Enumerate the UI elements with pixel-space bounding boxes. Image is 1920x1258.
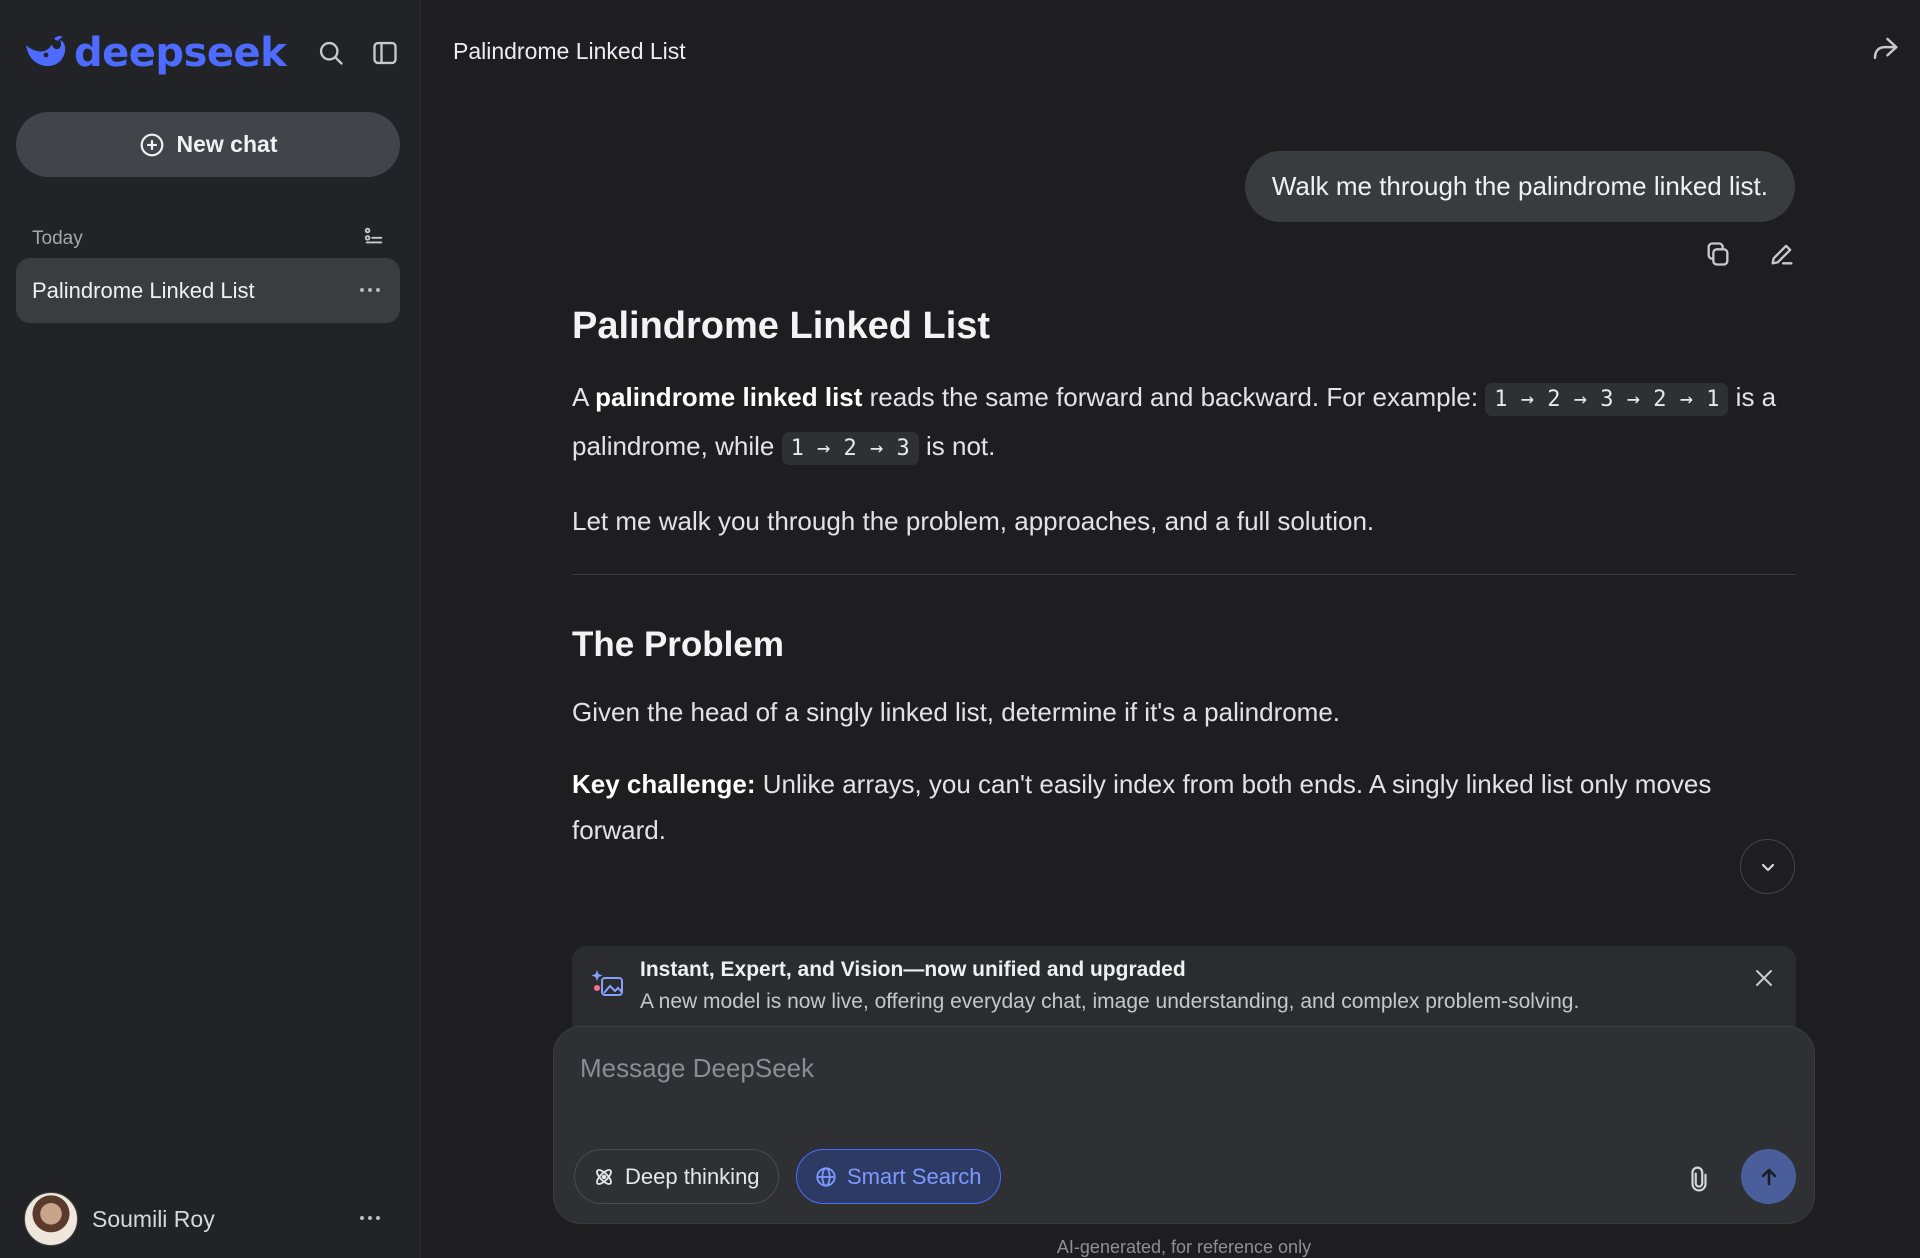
- response-walkthrough: Let me walk you through the problem, app…: [572, 506, 1375, 536]
- message-input[interactable]: [580, 1053, 1680, 1084]
- scroll-to-bottom-button[interactable]: [1740, 839, 1795, 894]
- toggle-sidebar-button[interactable]: [368, 36, 402, 70]
- arrow-up-icon: [1761, 1168, 1776, 1185]
- search-icon: [319, 41, 343, 65]
- user-more-icon[interactable]: [360, 1216, 380, 1220]
- sparkle-image-icon: [591, 970, 623, 996]
- example-not-palindrome-code: 1 → 2 → 3: [781, 432, 919, 465]
- send-button[interactable]: [1741, 1149, 1796, 1204]
- pencil-icon: [1771, 244, 1793, 265]
- problem-text: Given the head of a singly linked list, …: [572, 697, 1341, 727]
- intro-middle: reads the same forward and backward. For…: [862, 382, 1486, 412]
- key-challenge-paragraph: Key challenge: Unlike arrays, you can't …: [572, 761, 1796, 853]
- example-palindrome-code: 1 → 2 → 3 → 2 → 1: [1485, 383, 1729, 416]
- globe-icon: [816, 1166, 836, 1187]
- response-intro: A palindrome linked list reads the same …: [572, 374, 1796, 472]
- smart-search-toggle[interactable]: Smart Search: [796, 1149, 1001, 1204]
- deep-thinking-toggle[interactable]: Deep thinking: [574, 1149, 779, 1204]
- copy-button[interactable]: [1704, 240, 1732, 268]
- list-icon: [364, 227, 383, 244]
- share-button[interactable]: [1868, 32, 1902, 66]
- user-message-bubble: Walk me through the palindrome linked li…: [1244, 151, 1795, 222]
- sidebar: deepseek New chat Today Palindrome Linke…: [0, 0, 421, 1258]
- search-button[interactable]: [314, 36, 348, 70]
- page-title: Palindrome Linked List: [453, 38, 686, 64]
- deepseek-whale-icon: [26, 35, 66, 67]
- new-chat-label: New chat: [176, 131, 278, 157]
- disclaimer-text: AI-generated, for reference only: [1056, 1237, 1312, 1257]
- deep-thinking-label: Deep thinking: [625, 1163, 760, 1189]
- intro-bold: palindrome linked list: [595, 382, 863, 412]
- notice-title: Instant, Expert, and Vision—now unified …: [640, 958, 1186, 981]
- new-chat-button[interactable]: New chat: [16, 112, 400, 177]
- history-item[interactable]: Palindrome Linked List: [16, 258, 400, 323]
- chevron-down-icon: [1761, 863, 1774, 871]
- message-composer: Deep thinking Smart Search: [553, 1026, 1815, 1224]
- history-item-title: Palindrome Linked List: [32, 277, 255, 303]
- attach-file-button[interactable]: [1684, 1164, 1714, 1194]
- user-name: Soumili Roy: [92, 1205, 215, 1232]
- atom-icon: [596, 1168, 612, 1185]
- section-today-label: Today: [32, 228, 83, 249]
- share-arrow-icon: [1873, 37, 1898, 59]
- challenge-label: Key challenge:: [572, 769, 756, 799]
- close-icon: [1756, 970, 1772, 986]
- divider: [572, 574, 1796, 575]
- intro-prefix: A: [572, 382, 596, 412]
- user-message-text: Walk me through the palindrome linked li…: [1271, 171, 1768, 201]
- intro-suffix: is not.: [918, 431, 996, 461]
- close-notice-button[interactable]: [1750, 964, 1778, 992]
- history-item-more-icon[interactable]: [360, 288, 380, 292]
- sidebar-panel-icon: [373, 41, 397, 65]
- history-filter-button[interactable]: [360, 222, 388, 250]
- problem-heading: The Problem: [572, 625, 784, 664]
- logo-text: deepseek: [74, 30, 287, 76]
- message-actions: [1704, 240, 1796, 268]
- copy-icon: [1707, 242, 1729, 266]
- response-heading: Palindrome Linked List: [572, 305, 991, 347]
- paperclip-icon: [1691, 1166, 1707, 1192]
- plus-circle-icon: [140, 133, 163, 156]
- logo[interactable]: deepseek: [22, 30, 287, 76]
- edit-button[interactable]: [1768, 240, 1796, 268]
- notice-description: A new model is now live, offering everyd…: [640, 990, 1580, 1013]
- disclaimer-footer: AI-generated, for reference only: [0, 1237, 1920, 1258]
- assistant-response: Palindrome Linked List A palindrome link…: [572, 305, 1796, 879]
- smart-search-label: Smart Search: [847, 1163, 982, 1189]
